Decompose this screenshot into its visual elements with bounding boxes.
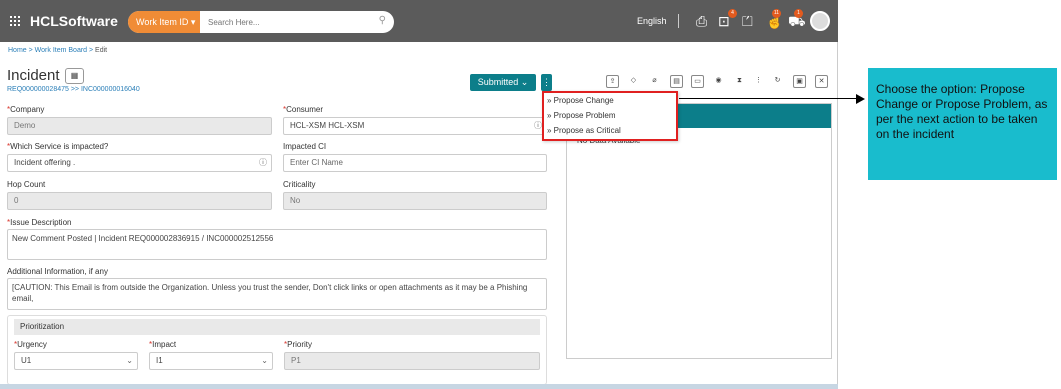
document-icon[interactable]: ⎙	[696, 13, 707, 30]
calendar-icon[interactable]: ▦	[65, 68, 84, 84]
additional-info-label: Additional Information, if any	[7, 267, 108, 276]
search-type-dropdown[interactable]: Work Item ID ▾	[128, 11, 200, 33]
consumer-field[interactable]: HCL-XSM HCL-XSM ⓘ	[283, 117, 547, 135]
more-actions-button[interactable]: ⋮	[541, 74, 552, 91]
app-window: HCLSoftware Work Item ID ▾ ⚲ English ⎙ ⊡…	[0, 0, 838, 389]
notification-badge: 4	[728, 9, 737, 18]
vertical-dots-icon[interactable]: ⋮	[752, 75, 765, 88]
bottom-scrollbar[interactable]	[0, 384, 838, 389]
prioritization-heading: Prioritization	[14, 319, 540, 335]
language-selector[interactable]: English	[637, 16, 667, 26]
hop-count-label: Hop Count	[7, 180, 46, 189]
export-icon[interactable]: ⇪	[606, 75, 619, 88]
top-bar: HCLSoftware Work Item ID ▾ ⚲ English ⎙ ⊡…	[0, 0, 838, 42]
clipboard-icon[interactable]: ▤	[670, 75, 683, 88]
attachment-icon[interactable]: ⌀	[648, 75, 661, 88]
record-refs[interactable]: REQ000000028475 >> INC000000016040	[7, 86, 140, 93]
propose-critical-item[interactable]: » Propose as Critical	[547, 126, 621, 135]
approval-icon[interactable]: ⏍	[742, 13, 753, 30]
service-label: *Which Service is impacted?	[7, 142, 109, 151]
info-icon[interactable]: ⓘ	[534, 118, 542, 134]
callout-arrow-head	[856, 94, 865, 104]
related-items-panel: No Data Available	[566, 103, 832, 359]
prioritization-section: Prioritization *Urgency U1 ⌄ *Impact I1 …	[7, 315, 547, 385]
breadcrumb: Home > Work Item Board > Edit	[8, 47, 108, 54]
impact-label: *Impact	[149, 340, 177, 349]
propose-problem-item[interactable]: » Propose Problem	[547, 111, 615, 120]
watch-icon[interactable]: ◉	[712, 75, 725, 88]
consumer-label: *Consumer	[283, 105, 324, 114]
breadcrumb-current: Edit	[95, 47, 108, 54]
global-search: Work Item ID ▾ ⚲	[128, 11, 394, 33]
divider	[678, 14, 679, 28]
page-title: Incident	[7, 67, 60, 84]
status-button[interactable]: Submitted ⌄	[470, 74, 536, 91]
user-avatar[interactable]	[810, 11, 830, 31]
company-label: *Company	[7, 105, 45, 114]
tag-icon[interactable]: ◇	[627, 75, 640, 88]
breadcrumb-board[interactable]: Work Item Board	[35, 47, 87, 54]
ci-input[interactable]: Enter CI Name	[283, 154, 547, 172]
close-icon[interactable]: ✕	[815, 75, 828, 88]
company-field: Demo	[7, 117, 272, 135]
priority-label: *Priority	[284, 340, 313, 349]
callout-arrow-line	[679, 98, 859, 99]
criticality-field: No	[283, 192, 547, 210]
chevron-down-icon: ⌄	[261, 356, 268, 365]
urgency-label: *Urgency	[14, 340, 47, 349]
issue-label: *Issue Description	[7, 218, 72, 227]
hourglass-icon[interactable]: ⧗	[733, 75, 746, 88]
info-icon[interactable]: ⓘ	[259, 155, 267, 171]
apps-grid-icon[interactable]	[10, 16, 20, 26]
search-input[interactable]	[208, 11, 378, 33]
urgency-select[interactable]: U1 ⌄	[14, 352, 138, 370]
card-icon[interactable]: ▭	[691, 75, 704, 88]
breadcrumb-home[interactable]: Home	[8, 47, 27, 54]
propose-change-item[interactable]: » Propose Change	[547, 96, 614, 105]
priority-field: P1	[284, 352, 540, 370]
chevron-down-icon: ⌄	[126, 356, 133, 365]
criticality-label: Criticality	[283, 180, 316, 189]
issue-description[interactable]: New Comment Posted | Incident REQ0000028…	[7, 229, 547, 260]
instruction-callout: Choose the option: Propose Change or Pro…	[868, 68, 1057, 180]
ci-label: Impacted CI	[283, 142, 327, 151]
search-icon[interactable]: ⚲	[379, 15, 386, 26]
brand-logo: HCLSoftware	[30, 13, 118, 29]
save-icon[interactable]: ▣	[793, 75, 806, 88]
additional-info[interactable]: [CAUTION: This Email is from outside the…	[7, 278, 547, 310]
refresh-icon[interactable]: ↻	[771, 75, 784, 88]
actions-dropdown: » Propose Change » Propose Problem » Pro…	[542, 91, 678, 141]
service-field[interactable]: Incident offering . ⓘ	[7, 154, 272, 172]
hop-count-field: 0	[7, 192, 272, 210]
impact-select[interactable]: I1 ⌄	[149, 352, 273, 370]
cart-badge: 1	[794, 9, 803, 18]
like-badge: 11	[772, 9, 781, 18]
